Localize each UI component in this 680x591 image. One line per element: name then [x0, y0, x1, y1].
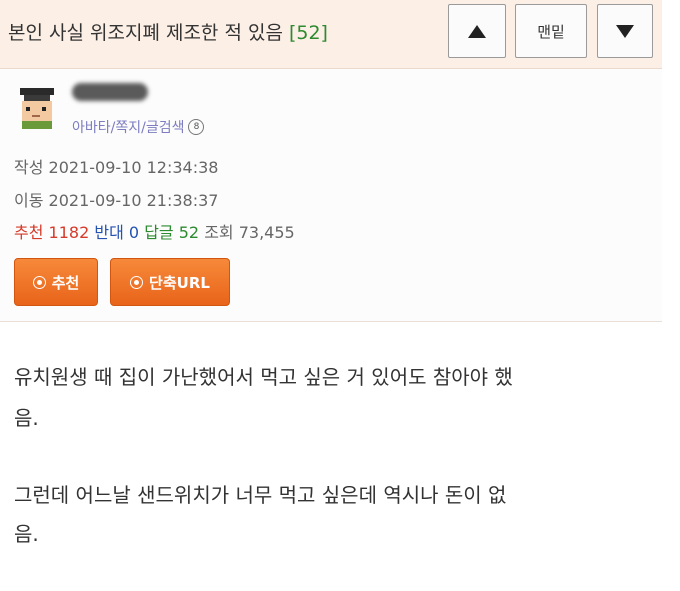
arrow-up-icon	[468, 24, 486, 38]
author-nickname-blurred	[72, 83, 148, 101]
post-title: 본인 사실 위조지폐 제조한 적 있음 [52]	[8, 18, 328, 45]
author-links[interactable]: 아바타/쪽지/글검색 8	[72, 117, 205, 137]
moved-time: 2021-09-10 21:38:37	[48, 191, 219, 210]
scroll-down-button[interactable]	[597, 4, 653, 58]
views-count: 73,455	[238, 223, 295, 242]
reply-count: 52	[178, 223, 200, 242]
scroll-bottom-label: 맨밑	[537, 22, 565, 41]
recommend-label: 추천	[14, 223, 44, 242]
written-time-row: 작성 2021-09-10 12:34:38	[14, 154, 218, 178]
shorturl-button[interactable]: 단축URL	[110, 258, 230, 306]
moved-label: 이동	[14, 191, 44, 210]
content-line: 음.	[14, 522, 39, 546]
author-links-text[interactable]: 아바타/쪽지/글검색	[72, 117, 184, 137]
recommend-button-label: 추천	[51, 273, 80, 292]
arrow-down-icon	[616, 24, 634, 38]
post-header: 본인 사실 위조지폐 제조한 적 있음 [52] 맨밑	[0, 0, 662, 69]
comment-count[interactable]: [52]	[289, 22, 328, 44]
shorturl-button-label: 단축URL	[149, 273, 210, 292]
avatar-icon[interactable]	[16, 85, 60, 129]
moved-time-row: 이동 2021-09-10 21:38:37	[14, 187, 218, 211]
post-stats: 추천 1182 반대 0 답글 52 조회 73,455	[14, 219, 295, 243]
circle-icon	[32, 275, 46, 289]
author-profile: 아바타/쪽지/글검색 8 작성 2021-09-10 12:34:38 이동 2…	[0, 69, 662, 322]
post-title-text: 본인 사실 위조지폐 제조한 적 있음	[8, 22, 283, 44]
reply-label: 답글	[144, 223, 174, 242]
written-time: 2021-09-10 12:34:38	[48, 158, 219, 177]
scroll-bottom-button[interactable]: 맨밑	[515, 4, 587, 58]
badge-icon: 8	[188, 119, 205, 135]
recommend-count: 1182	[48, 223, 90, 242]
written-label: 작성	[14, 158, 44, 177]
circle-icon	[130, 275, 144, 289]
views-label: 조회	[204, 223, 234, 242]
content-line: 음.	[14, 406, 39, 430]
recommend-button[interactable]: 추천	[14, 258, 98, 306]
content-line: 그런데 어느날 샌드위치가 너무 먹고 싶은데 역시나 돈이 없	[14, 483, 507, 507]
oppose-label: 반대	[94, 223, 124, 242]
content-line: 유치원생 때 집이 가난했어서 먹고 싶은 거 있어도 참아야 했	[14, 365, 513, 389]
scroll-up-button[interactable]	[448, 4, 506, 58]
oppose-count: 0	[128, 223, 140, 242]
